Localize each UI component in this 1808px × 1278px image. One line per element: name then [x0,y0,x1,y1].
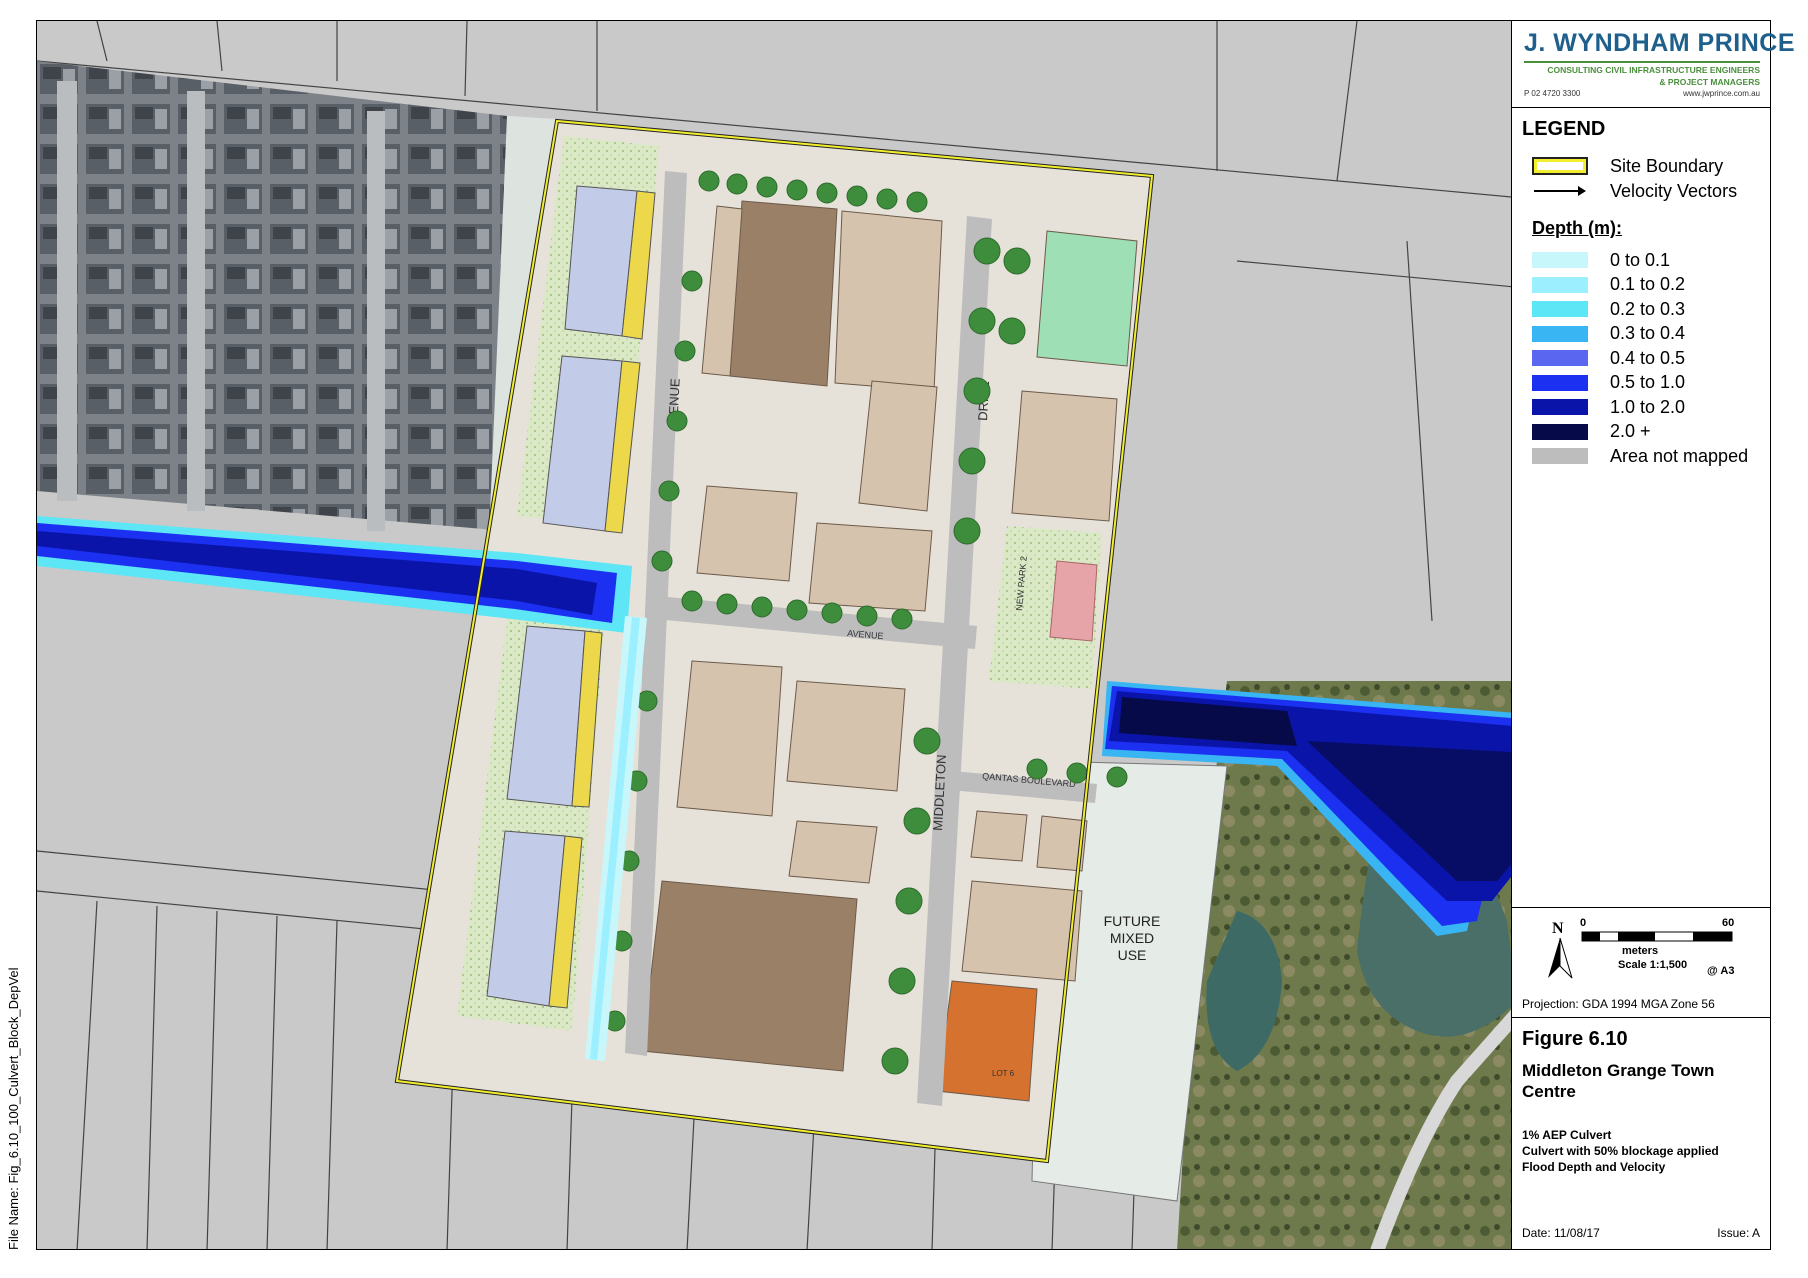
svg-text:MIXED: MIXED [1110,930,1154,946]
depth-swatch [1532,448,1588,464]
depth-class-label: 0.1 to 0.2 [1610,274,1686,294]
site-boundary-swatch [1532,157,1588,175]
legend-panel: J. WYNDHAM PRINCE CONSULTING CIVIL INFRA… [1511,20,1795,1251]
legend-depth-class: 0.3 to 0.4 [1532,323,1686,344]
depth-swatch [1532,399,1588,415]
arrow-icon [1534,186,1586,196]
logo-tagline-1: CONSULTING CIVIL INFRASTRUCTURE ENGINEER… [1547,65,1760,75]
depth-title: Depth (m): [1532,218,1622,238]
legend-depth-class: 0.4 to 0.5 [1532,348,1685,368]
scale-box: N 0 60 meters Scale 1:1,500 @ A3 Project… [1512,908,1770,1018]
projection-label: Projection: GDA 1994 MGA Zone 56 [1522,997,1715,1011]
legend-site-boundary: Site Boundary [1532,156,1723,176]
depth-class-label: 0.2 to 0.3 [1610,298,1686,319]
legend-depth-class: 2.0 + [1532,421,1651,442]
depth-swatch [1532,276,1588,293]
figure-title: Middleton Grange Town Centre [1522,1061,1715,1101]
legend-title: LEGEND [1522,118,1606,140]
depth-class-label: Area not mapped [1610,445,1749,466]
north-arrow-label: N [1552,920,1564,937]
svg-text:FUTURE: FUTURE [1104,913,1161,929]
legend-velocity-vectors: Velocity Vectors [1532,181,1737,201]
depth-swatch [1532,374,1588,391]
figure-number: Figure 6.10 [1522,1028,1628,1050]
logo-phone: P 02 4720 3300 [1524,89,1581,98]
logo-divider [1524,61,1760,63]
depth-class-label: 0.3 to 0.4 [1610,323,1686,343]
legend-depth-class: 0.5 to 1.0 [1532,372,1686,393]
paper-size: @ A3 [1707,965,1734,977]
legend-box: LEGEND Site Boundary Velocity Vectors De… [1512,108,1770,908]
depth-swatch [1532,325,1588,342]
depth-class-label: 0 to 0.1 [1610,249,1671,270]
depth-swatch [1532,252,1588,268]
residential-aerial-northwest [37,61,507,531]
velocity-vectors-label: Velocity Vectors [1610,180,1738,201]
depth-class-label: 0.4 to 0.5 [1610,347,1686,368]
figure-desc-1: 1% AEP Culvert [1522,1128,1612,1142]
depth-class-label: 0.5 to 1.0 [1610,372,1686,392]
scale-start: 0 [1580,917,1586,929]
title-box: Figure 6.10 Middleton Grange Town Centre… [1512,1018,1770,1251]
legend-depth-class: Area not mapped [1532,446,1748,466]
site-boundary-label: Site Boundary [1610,155,1724,176]
logo-website[interactable]: www.jwprince.com.au [1683,89,1760,98]
figure-desc-3: Flood Depth and Velocity [1522,1160,1666,1174]
scale-end: 60 [1722,917,1734,929]
scale-units: meters [1622,945,1658,957]
depth-swatch [1532,423,1588,440]
file-name-label: File Name: Fig_6.10_100_Culvert_Block_De… [6,967,21,1250]
figure-desc-2: Culvert with 50% blockage applied [1522,1144,1719,1158]
figure-issue: Issue: A [1717,1226,1760,1240]
legend-depth-class: 0.2 to 0.3 [1532,299,1685,319]
depth-swatch [1532,301,1588,317]
svg-text:USE: USE [1118,947,1147,963]
scale-ratio: Scale 1:1,500 [1618,959,1687,971]
scale-graphic: N 0 60 meters Scale 1:1,500 @ A3 Project… [1522,917,1734,1011]
logo-box: J. WYNDHAM PRINCE CONSULTING CIVIL INFRA… [1512,21,1795,108]
legend-depth-class: 1.0 to 2.0 [1532,397,1685,417]
depth-class-label: 1.0 to 2.0 [1610,396,1686,417]
lot6-label: LOT 6 [992,1069,1015,1078]
company-logo: J. WYNDHAM PRINCE [1524,29,1796,57]
depth-swatch [1532,350,1588,366]
depth-class-label: 2.0 + [1610,421,1651,441]
figure-date: Date: 11/08/17 [1522,1226,1600,1240]
logo-tagline-2: & PROJECT MANAGERS [1659,77,1760,87]
legend-depth-class: 0 to 0.1 [1532,250,1670,270]
legend-depth-class: 0.1 to 0.2 [1532,274,1686,295]
